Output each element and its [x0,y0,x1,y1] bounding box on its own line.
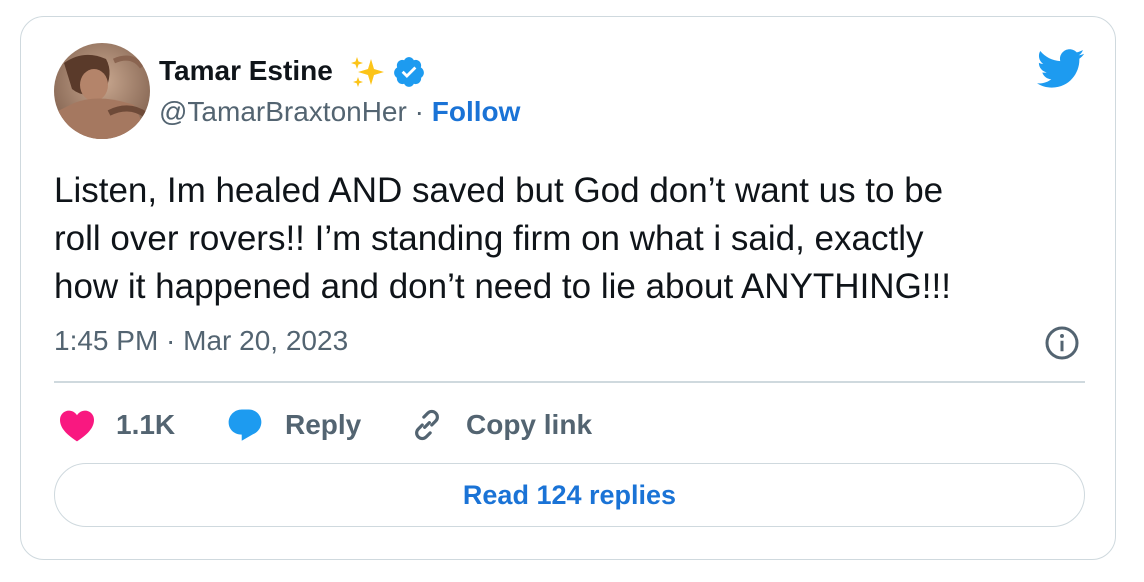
copy-link-button[interactable]: Copy link [408,405,592,445]
read-replies-label: Read 124 replies [462,479,677,510]
info-icon[interactable] [1044,325,1080,361]
heart-icon [60,410,94,442]
twitter-bird-icon[interactable] [1037,49,1085,89]
like-button[interactable]: 1.1K [58,405,175,445]
follow-button[interactable]: Follow [432,96,521,127]
reply-button[interactable]: Reply [225,405,361,445]
handle-row: @TamarBraxtonHer · Follow [159,96,520,128]
separator-dot: · [414,96,424,127]
tweet-text: Listen, Im healed AND saved but God don’… [54,167,1084,311]
tweet-card: Tamar Estine @TamarBraxtonHer · Follow L… [20,16,1116,560]
author-name[interactable]: Tamar Estine [159,55,333,87]
sparkles-icon [351,57,384,87]
reply-bubble-icon [228,409,262,441]
tweet-text-line: Listen, Im healed AND saved but God don’… [54,171,944,210]
divider [54,381,1085,383]
reply-label: Reply [285,409,362,440]
tweet-timestamp[interactable]: 1:45 PM · Mar 20, 2023 [54,325,348,357]
tweet-text-line: roll over rovers!! I’m standing firm on … [54,219,924,258]
read-replies-button[interactable]: Read 124 replies [54,463,1085,527]
copy-link-label: Copy link [466,409,593,440]
avatar[interactable] [54,43,150,139]
like-count: 1.1K [116,409,176,440]
tweet-text-line: how it happened and don’t need to lie ab… [54,267,951,306]
verified-badge-icon [394,57,424,87]
author-handle[interactable]: @TamarBraxtonHer [159,96,407,127]
link-icon [415,409,439,441]
